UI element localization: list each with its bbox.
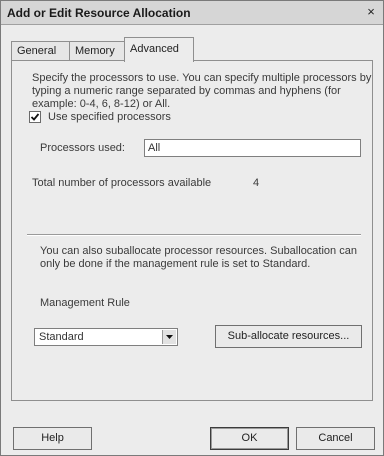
management-rule-select[interactable]: Standard	[34, 328, 178, 346]
tab-memory[interactable]: Memory	[69, 41, 125, 61]
section-divider	[27, 234, 361, 236]
processors-used-label: Processors used:	[40, 142, 125, 154]
ok-button[interactable]: OK	[210, 427, 289, 450]
window-title: Add or Edit Resource Allocation	[7, 6, 191, 20]
use-specified-processors-checkbox[interactable]	[29, 111, 41, 123]
suballocation-description: You can also suballocate processor resou…	[40, 245, 357, 270]
processors-used-input[interactable]	[144, 139, 361, 157]
tab-general[interactable]: General	[11, 41, 70, 61]
total-processors-value: 4	[253, 177, 260, 189]
checkmark-icon	[30, 113, 40, 121]
sub-allocate-resources-button[interactable]: Sub-allocate resources...	[215, 325, 362, 348]
management-rule-label: Management Rule	[40, 297, 130, 309]
chevron-down-icon[interactable]	[162, 330, 176, 344]
title-bar[interactable]: Add or Edit Resource Allocation ×	[1, 1, 383, 25]
resource-allocation-dialog: Add or Edit Resource Allocation × Genera…	[0, 0, 384, 456]
close-icon[interactable]: ×	[363, 4, 379, 20]
total-processors-label: Total number of processors available	[32, 177, 212, 189]
use-specified-processors-label: Use specified processors	[48, 111, 171, 123]
tab-advanced[interactable]: Advanced	[124, 37, 194, 62]
processor-instructions: Specify the processors to use. You can s…	[32, 72, 372, 110]
management-rule-value: Standard	[39, 331, 84, 343]
cancel-button[interactable]: Cancel	[296, 427, 375, 450]
help-button[interactable]: Help	[13, 427, 92, 450]
